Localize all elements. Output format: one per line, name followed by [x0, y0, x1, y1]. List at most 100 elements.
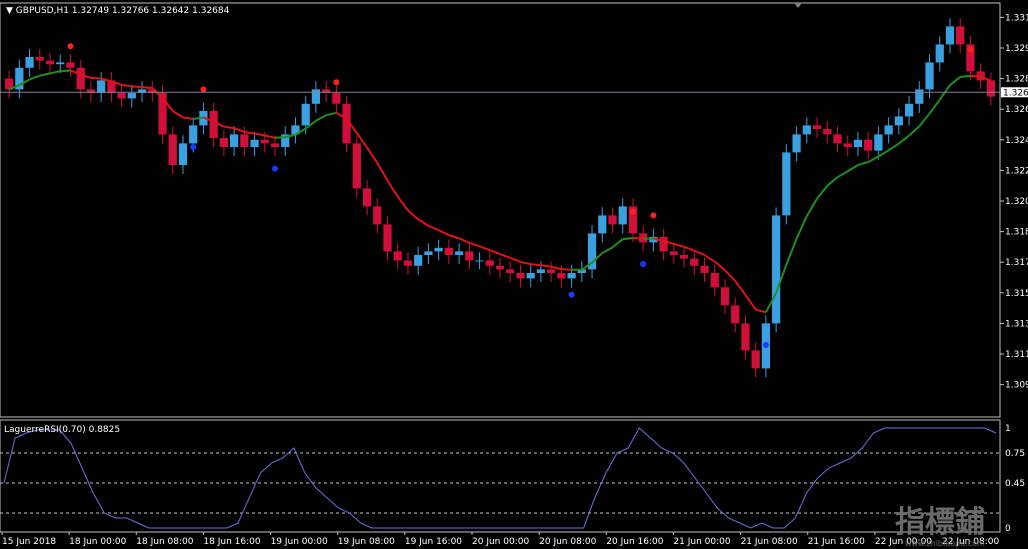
- candle-body: [536, 269, 546, 273]
- candle-body: [731, 305, 740, 324]
- y-tick-label: 1.322: [1005, 166, 1028, 176]
- candle-body: [710, 273, 719, 288]
- candle-body: [332, 93, 341, 104]
- candle-body: [669, 251, 678, 255]
- ma-segment: [785, 238, 798, 266]
- candle-body: [475, 260, 484, 262]
- candle-body: [843, 143, 852, 147]
- candle-body: [904, 103, 914, 117]
- candle-body: [884, 125, 893, 135]
- ma-segment: [949, 76, 961, 86]
- ma-segment: [724, 269, 736, 282]
- ma-segment: [49, 70, 61, 75]
- x-tick-label: 18 Jun 00:00: [69, 537, 126, 547]
- indicator-y-label: 0.45: [1005, 479, 1025, 489]
- candle-body: [127, 93, 136, 99]
- ma-segment: [233, 127, 245, 133]
- ma-segment: [632, 237, 644, 240]
- ma-segment: [877, 149, 890, 158]
- candle-body: [823, 129, 832, 135]
- candle-body: [352, 143, 361, 189]
- candle-body: [935, 44, 944, 63]
- ma-segment: [816, 185, 829, 200]
- ma-segment: [530, 263, 542, 267]
- current-price-label: 1.326: [1003, 88, 1028, 98]
- ma-segment: [744, 294, 757, 311]
- ma-segment: [888, 142, 900, 152]
- y-tick-label: 1.320: [1005, 197, 1028, 207]
- candle-body: [956, 26, 965, 45]
- candle-body: [915, 89, 924, 104]
- candle-body: [209, 111, 218, 138]
- candle-body: [986, 80, 995, 97]
- indicator-y-label: 1: [1005, 424, 1011, 434]
- candle-body: [690, 258, 699, 266]
- candle-body: [56, 62, 65, 65]
- indicator-y-label: 0.75: [1005, 449, 1025, 459]
- indicator-pane-frame: [0, 419, 1001, 533]
- price-pane[interactable]: 1.331 1.329 1.328 1.326 1.324 1.322 1.320 1.318…: [0, 2, 1028, 418]
- buy-signal-dot: [272, 165, 279, 172]
- candle-body: [383, 224, 392, 252]
- ma-segment: [970, 74, 981, 78]
- candle-body: [66, 62, 75, 68]
- candle-body: [189, 125, 198, 144]
- candle-body: [751, 350, 760, 369]
- ma-segment: [264, 134, 276, 139]
- ma-segment: [274, 136, 286, 139]
- candle-body: [700, 265, 709, 273]
- ma-segment: [826, 176, 839, 187]
- y-tick-label: 1.313: [1005, 319, 1028, 329]
- candle-body: [720, 287, 730, 306]
- ma-segment: [396, 196, 409, 212]
- candle-body: [557, 273, 566, 279]
- ma-segment: [479, 245, 491, 252]
- candle-body: [659, 237, 668, 252]
- ma-segment: [325, 111, 337, 117]
- candle-body: [270, 143, 280, 147]
- ma-segment: [131, 85, 143, 89]
- candle-body: [547, 269, 556, 273]
- ma-segment: [611, 238, 624, 249]
- candle-body: [874, 134, 883, 151]
- candle-body: [853, 139, 863, 147]
- x-tick-label: 21 Jun 08:00: [741, 537, 798, 547]
- candle-body: [608, 215, 617, 225]
- ma-segment: [141, 86, 153, 90]
- ma-segment: [182, 116, 194, 121]
- ma-segment: [428, 224, 440, 232]
- indicator-pane[interactable]: 15 Jun 2018 18 Jun 00:00 18 Jun 08:00 18 Ju…: [0, 419, 1025, 547]
- watermark: 指標鋪 www.zhibiaopu.com: [895, 505, 985, 548]
- candle-body: [25, 57, 34, 68]
- indicator-label: LaguerreRSI(0.70) 0.8825: [4, 425, 120, 435]
- ma-segment: [755, 308, 767, 314]
- ma-segment: [960, 74, 971, 78]
- candle-body: [373, 206, 382, 225]
- ma-segment: [60, 69, 71, 73]
- candle-body: [618, 206, 627, 225]
- y-tick-label: 1.331: [1005, 13, 1028, 23]
- y-tick-label: 1.315: [1005, 289, 1028, 299]
- ma-segment: [898, 134, 910, 145]
- shift-marker-icon: [794, 3, 802, 8]
- y-tick-label: 1.318: [1005, 228, 1028, 238]
- ma-segment: [847, 164, 859, 173]
- y-tick-label: 1.324: [1005, 136, 1028, 146]
- candle-body: [679, 255, 689, 259]
- ma-segment: [561, 268, 572, 271]
- candle-body: [792, 134, 801, 153]
- sell-signal-dot: [200, 86, 207, 93]
- candle-body: [772, 215, 781, 324]
- candle-body: [158, 93, 167, 135]
- ma-segment: [540, 264, 552, 268]
- candle-body: [741, 323, 750, 351]
- chart-canvas: 1.331 1.329 1.328 1.326 1.324 1.322 1.320 1.318…: [0, 2, 1028, 548]
- ma-segment: [693, 249, 705, 257]
- candle-body: [45, 60, 55, 65]
- candle-body: [178, 143, 188, 165]
- x-tick-label: 20 Jun 08:00: [539, 537, 596, 547]
- ma-segment: [29, 74, 41, 81]
- sell-signal-dot: [650, 212, 657, 219]
- y-tick-label: 1.328: [1005, 75, 1028, 85]
- candle-body: [506, 269, 515, 273]
